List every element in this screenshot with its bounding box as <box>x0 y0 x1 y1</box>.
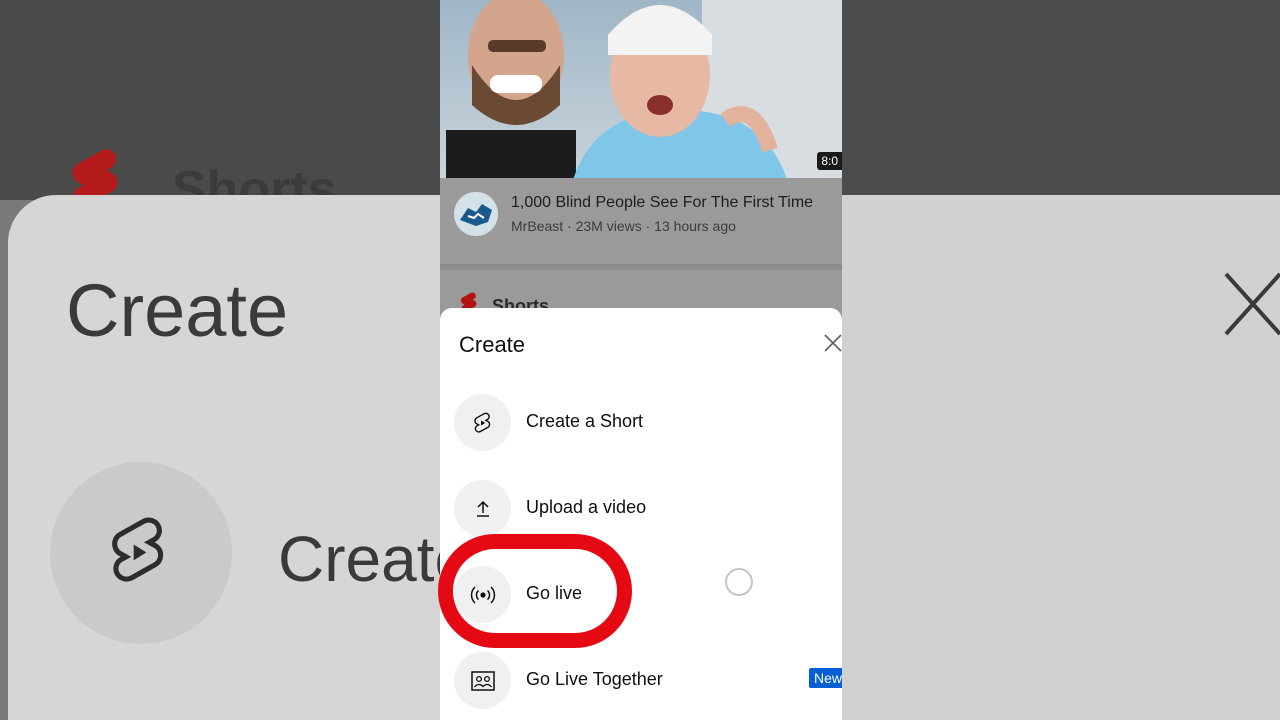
go-live-together-label: Go Live Together <box>526 669 663 689</box>
channel-name[interactable]: MrBeast <box>511 218 563 234</box>
video-thumbnail[interactable]: 8:0 <box>440 0 842 178</box>
upload-age: 13 hours ago <box>654 218 736 234</box>
video-info[interactable]: 1,000 Blind People See For The First Tim… <box>440 178 842 264</box>
close-icon[interactable] <box>820 330 842 356</box>
sheet-title: Create <box>459 332 526 357</box>
video-title[interactable]: 1,000 Blind People See For The First Tim… <box>511 194 813 212</box>
background-right <box>842 0 1280 720</box>
video-subtitle: MrBeast · 23M views · 13 hours ago <box>511 218 736 234</box>
create-bottom-sheet: Create Create a Short Upload a video Go … <box>440 308 842 720</box>
meta-separator: · <box>641 218 655 234</box>
background-close-icon <box>1224 272 1280 336</box>
upload-video-label: Upload a video <box>526 497 647 517</box>
icon-circle <box>454 652 511 709</box>
background-dark-area <box>842 0 1280 200</box>
background-left: Shorts Create Create <box>0 0 440 720</box>
upload-icon <box>476 500 489 517</box>
new-badge: New <box>809 668 842 688</box>
channel-avatar[interactable] <box>454 192 498 236</box>
shorts-icon <box>473 412 490 433</box>
meta-separator: · <box>563 218 576 234</box>
beast-logo-icon <box>454 192 498 236</box>
touch-indicator <box>725 568 753 596</box>
thumbnail-person-right <box>573 5 787 178</box>
background-sheet-title: Create <box>66 269 289 352</box>
icon-circle <box>454 394 511 451</box>
group-icon <box>470 670 495 691</box>
view-count: 23M views <box>575 218 642 234</box>
background-sheet <box>842 195 1280 720</box>
create-short-item[interactable]: Create a Short <box>440 382 842 462</box>
video-duration: 8:0 <box>817 152 842 170</box>
go-live-together-item[interactable]: Go Live Together New <box>440 640 842 720</box>
background-row-label: Create <box>278 523 440 595</box>
shorts-outline-icon <box>112 517 164 582</box>
highlight-annotation <box>438 534 632 648</box>
create-short-label: Create a Short <box>526 411 644 431</box>
shorts-section-header: Shorts <box>440 270 842 316</box>
thumbnail-person-left <box>446 0 576 178</box>
icon-circle <box>454 480 511 537</box>
